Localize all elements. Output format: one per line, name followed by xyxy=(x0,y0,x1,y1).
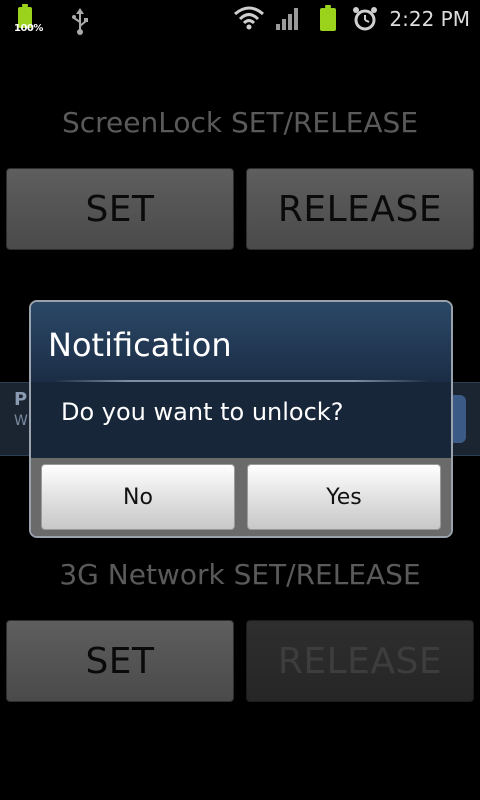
no-button[interactable]: No xyxy=(41,464,235,530)
dialog-message: Do you want to unlock? xyxy=(61,398,344,426)
usb-icon xyxy=(70,8,90,42)
yes-button[interactable]: Yes xyxy=(247,464,441,530)
dialog-actions: No Yes xyxy=(31,458,451,536)
banner-title: P xyxy=(14,389,28,410)
dialog-header: Notification xyxy=(31,302,451,382)
network-title: 3G Network SET/RELEASE xyxy=(59,558,421,591)
screenlock-set-button[interactable]: SET xyxy=(6,168,234,250)
network-set-button[interactable]: SET xyxy=(6,620,234,702)
status-bar: 100% 2:22 PM xyxy=(0,0,480,38)
notification-dialog: Notification Do you want to unlock? No Y… xyxy=(29,300,453,538)
screenlock-title: ScreenLock SET/RELEASE xyxy=(61,106,419,139)
screenlock-release-button[interactable]: RELEASE xyxy=(246,168,474,250)
battery-percent: 100% xyxy=(14,23,43,34)
banner-subtitle: W xyxy=(14,413,28,429)
alarm-icon xyxy=(352,6,378,36)
battery-icon xyxy=(320,5,336,31)
signal-icon xyxy=(276,8,302,34)
dialog-title: Notification xyxy=(48,326,232,364)
network-release-button: RELEASE xyxy=(246,620,474,702)
wifi-icon xyxy=(233,6,265,34)
dialog-divider xyxy=(53,380,429,382)
clock: 2:22 PM xyxy=(389,7,470,31)
